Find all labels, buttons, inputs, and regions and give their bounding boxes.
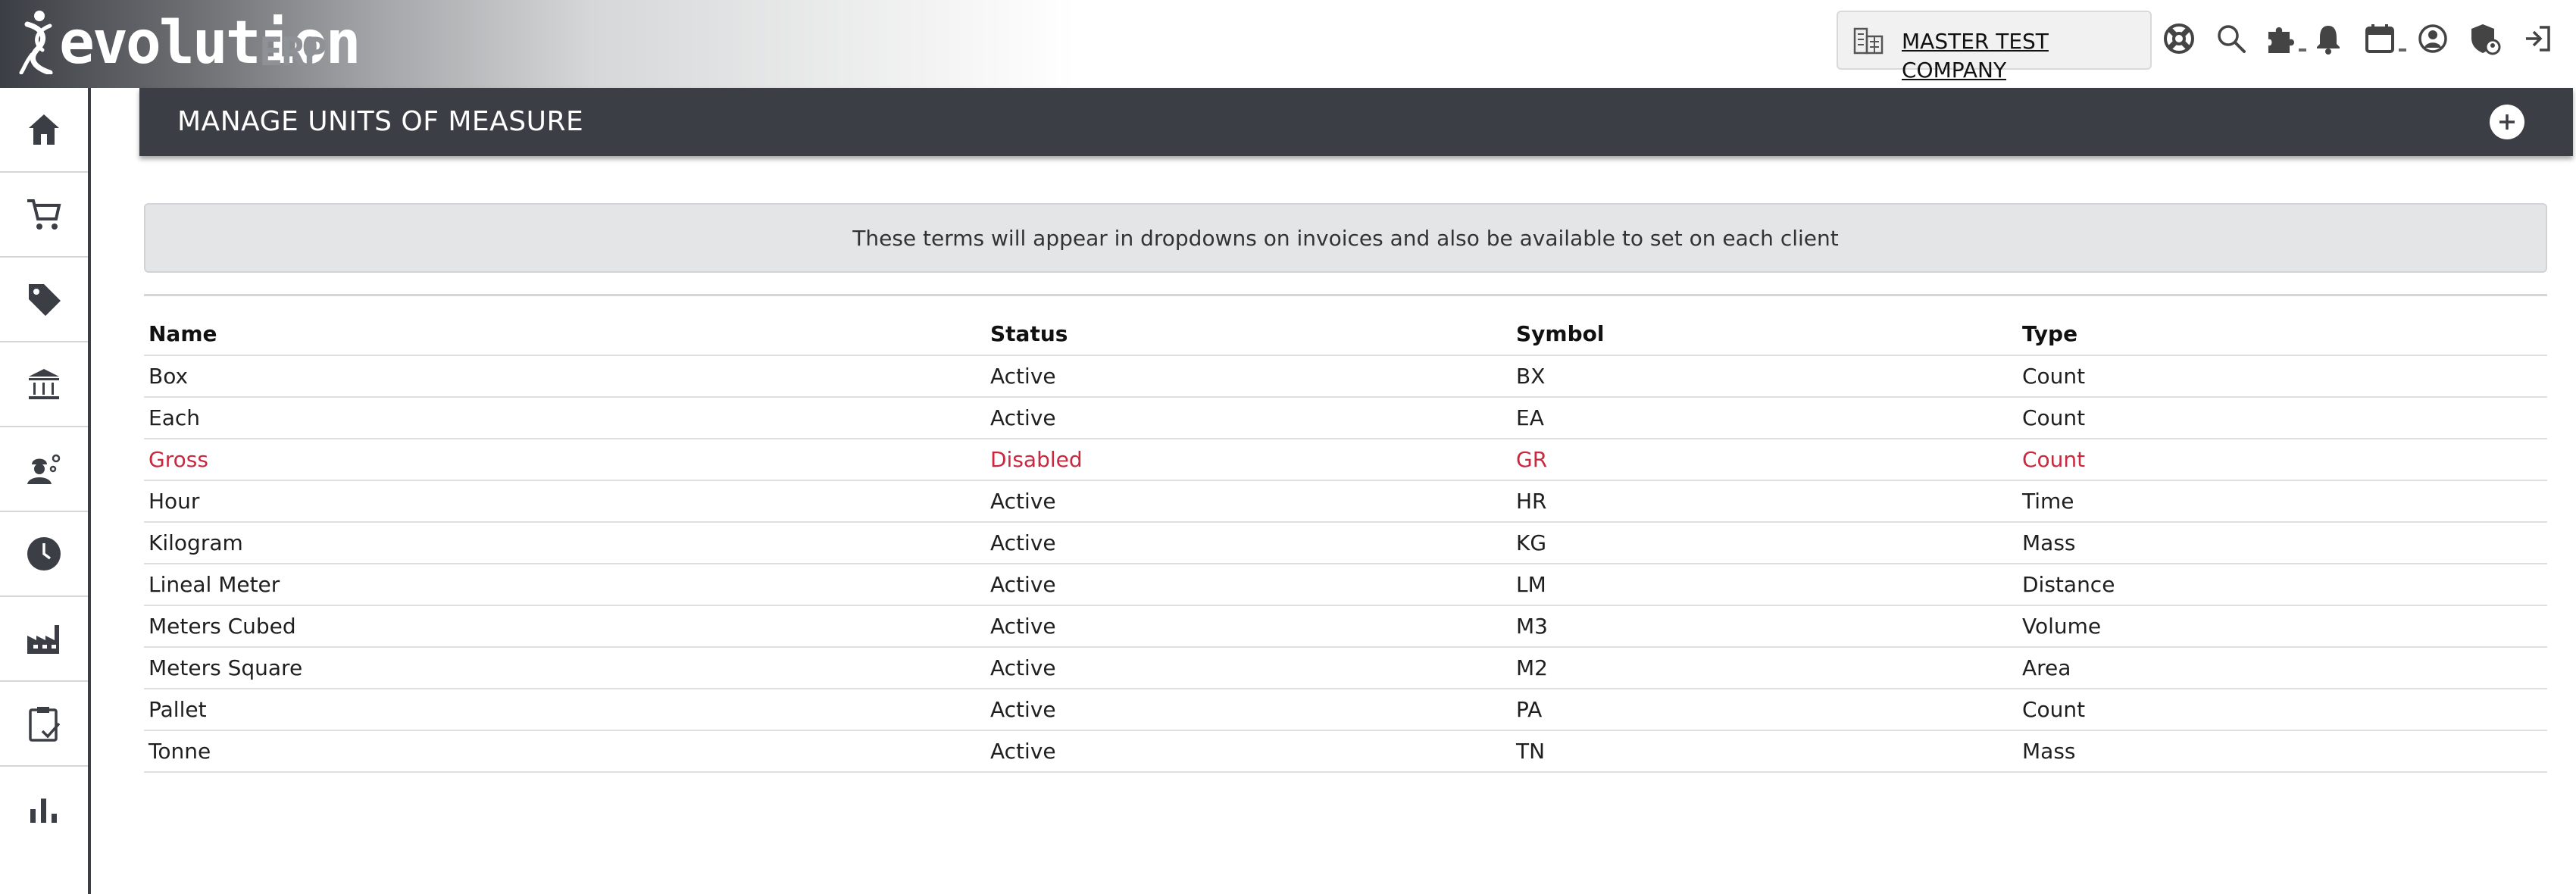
sidebar-item-tasks[interactable] <box>0 682 88 767</box>
cell-type: Count <box>2022 447 2086 472</box>
logo[interactable]: evolution ERP <box>0 0 1076 88</box>
cell-type: Area <box>2022 655 2071 680</box>
cell-type: Distance <box>2022 572 2115 597</box>
column-header-name[interactable]: Name <box>148 312 217 355</box>
table-row[interactable]: Each Active EA Count <box>144 398 2547 439</box>
column-header-status[interactable]: Status <box>990 312 1068 355</box>
sidebar-item-staff[interactable] <box>0 427 88 512</box>
cell-type: Mass <box>2022 739 2076 764</box>
cell-name: Gross <box>148 447 208 472</box>
table-row[interactable]: Gross Disabled GR Count <box>144 439 2547 481</box>
column-header-symbol[interactable]: Symbol <box>1516 312 1604 355</box>
calendar-icon[interactable] <box>2362 21 2397 56</box>
cell-status: Active <box>990 655 1056 680</box>
puzzle-caret <box>2299 48 2306 52</box>
cell-type: Count <box>2022 405 2086 430</box>
cell-symbol: GR <box>1516 447 1548 472</box>
divider <box>144 294 2547 296</box>
table-row[interactable]: Box Active BX Count <box>144 356 2547 398</box>
cell-name: Tonne <box>148 739 211 764</box>
cell-symbol: LM <box>1516 572 1546 597</box>
calendar-caret <box>2399 48 2406 52</box>
cell-symbol: M3 <box>1516 614 1548 639</box>
cell-status: Active <box>990 614 1056 639</box>
clock-icon <box>27 537 61 570</box>
sidebar-item-home[interactable] <box>0 88 88 173</box>
worker-icon <box>27 454 61 484</box>
cell-status: Active <box>990 572 1056 597</box>
clipboard-check-icon <box>29 707 61 742</box>
cart-icon <box>27 199 61 230</box>
table-row[interactable]: Meters Square Active M2 Area <box>144 648 2547 689</box>
tag-icon <box>29 284 61 316</box>
cell-name: Each <box>148 405 200 430</box>
sidebar-item-banking[interactable] <box>0 342 88 427</box>
sidebar-item-reports[interactable] <box>0 767 88 852</box>
table-row[interactable]: Hour Active HR Time <box>144 481 2547 523</box>
sidebar-item-time[interactable] <box>0 512 88 597</box>
factory-icon <box>27 625 59 654</box>
table-row[interactable]: Lineal Meter Active LM Distance <box>144 564 2547 606</box>
cell-status: Active <box>990 489 1056 514</box>
sidebar <box>0 88 91 894</box>
page-title: MANAGE UNITS OF MEASURE <box>177 106 584 137</box>
support-icon[interactable] <box>2162 21 2196 56</box>
cell-symbol: PA <box>1516 697 1543 722</box>
cell-name: Pallet <box>148 697 207 722</box>
top-bar: evolution ERP MASTER TEST COMPANY <box>0 0 2576 88</box>
puzzle-icon[interactable] <box>2262 21 2297 56</box>
sidebar-item-sales[interactable] <box>0 173 88 258</box>
company-selector[interactable]: MASTER TEST COMPANY <box>1837 11 2152 83</box>
table-header-row: Name Status Symbol Type <box>144 312 2547 356</box>
cell-status: Active <box>990 739 1056 764</box>
units-table: Name Status Symbol Type Box Active BX Count… <box>144 312 2547 773</box>
user-circle-icon[interactable] <box>2415 21 2450 56</box>
sidebar-item-products[interactable] <box>0 258 88 342</box>
cell-status: Active <box>990 530 1056 555</box>
table-row[interactable]: Tonne Active TN Mass <box>144 731 2547 773</box>
cell-type: Time <box>2022 489 2074 514</box>
cell-symbol: KG <box>1516 530 1547 555</box>
cell-symbol: M2 <box>1516 655 1548 680</box>
bank-icon <box>29 369 59 399</box>
logout-icon[interactable] <box>2520 21 2555 56</box>
logo-suffix: ERP <box>259 30 327 75</box>
cell-symbol: EA <box>1516 405 1544 430</box>
home-icon <box>29 114 59 145</box>
column-header-type[interactable]: Type <box>2022 312 2077 355</box>
cell-status: Active <box>990 364 1056 389</box>
table-row[interactable]: Kilogram Active KG Mass <box>144 523 2547 564</box>
cell-type: Count <box>2022 364 2086 389</box>
table-row[interactable]: Pallet Active PA Count <box>144 689 2547 731</box>
cell-status: Disabled <box>990 447 1083 472</box>
cell-name: Lineal Meter <box>148 572 280 597</box>
cell-symbol: HR <box>1516 489 1547 514</box>
cell-status: Active <box>990 697 1056 722</box>
cell-name: Meters Square <box>148 655 303 680</box>
cell-type: Count <box>2022 697 2086 722</box>
shield-user-icon[interactable] <box>2467 21 2502 56</box>
bar-chart-icon <box>30 799 57 823</box>
info-notice: These terms will appear in dropdowns on … <box>144 203 2547 273</box>
logo-figure-icon <box>19 11 53 74</box>
cell-name: Kilogram <box>148 530 243 555</box>
cell-name: Hour <box>148 489 200 514</box>
sidebar-item-manufacturing[interactable] <box>0 597 88 682</box>
page-header: MANAGE UNITS OF MEASURE <box>139 88 2573 156</box>
cell-type: Mass <box>2022 530 2076 555</box>
cell-symbol: TN <box>1516 739 1546 764</box>
company-name: MASTER TEST COMPANY <box>1902 29 2049 83</box>
building-grid-icon <box>1853 27 1884 55</box>
cell-name: Meters Cubed <box>148 614 296 639</box>
plus-icon <box>2499 114 2515 130</box>
cell-type: Volume <box>2022 614 2102 639</box>
table-row[interactable]: Meters Cubed Active M3 Volume <box>144 606 2547 648</box>
cell-name: Box <box>148 364 189 389</box>
cell-symbol: BX <box>1516 364 1546 389</box>
bell-icon[interactable] <box>2311 21 2346 56</box>
search-icon[interactable] <box>2214 21 2249 56</box>
add-unit-button[interactable] <box>2490 105 2524 139</box>
cell-status: Active <box>990 405 1056 430</box>
